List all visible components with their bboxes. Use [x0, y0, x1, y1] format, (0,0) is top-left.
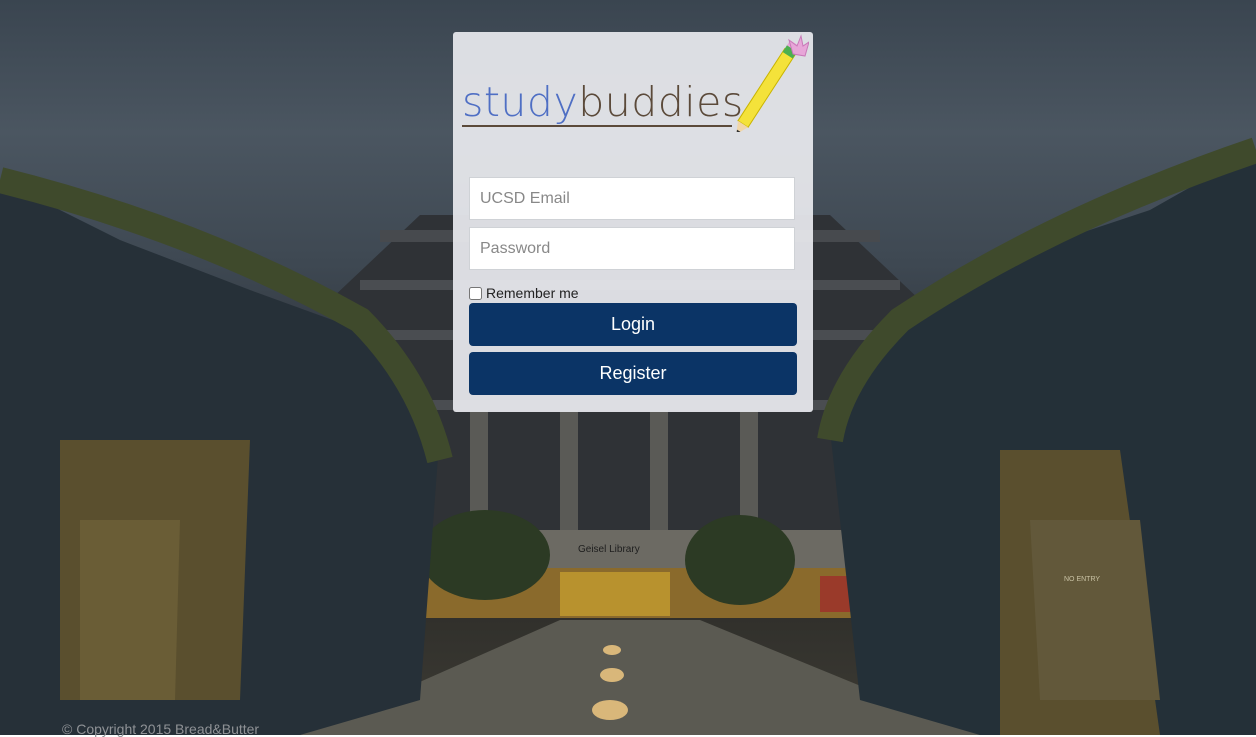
logo-study-text: study	[462, 78, 579, 126]
login-card: studybuddies Remember me Login Register	[453, 32, 813, 412]
email-field[interactable]	[469, 177, 795, 220]
building-sign: Geisel Library	[578, 544, 640, 555]
studybuddies-logo: studybuddies	[461, 32, 809, 142]
logo-buddies-text: buddies	[578, 78, 744, 126]
password-field[interactable]	[469, 227, 795, 270]
pencil-icon	[736, 34, 809, 132]
remember-me-label: Remember me	[486, 285, 579, 301]
remember-me-checkbox[interactable]	[469, 286, 482, 300]
register-button[interactable]: Register	[469, 352, 797, 395]
logo-underline	[462, 125, 732, 127]
login-button[interactable]: Login	[469, 303, 797, 346]
logo-wordmark: studybuddies	[462, 82, 744, 123]
remember-me[interactable]: Remember me	[469, 285, 579, 301]
door-sign: NO ENTRY	[1064, 576, 1100, 583]
